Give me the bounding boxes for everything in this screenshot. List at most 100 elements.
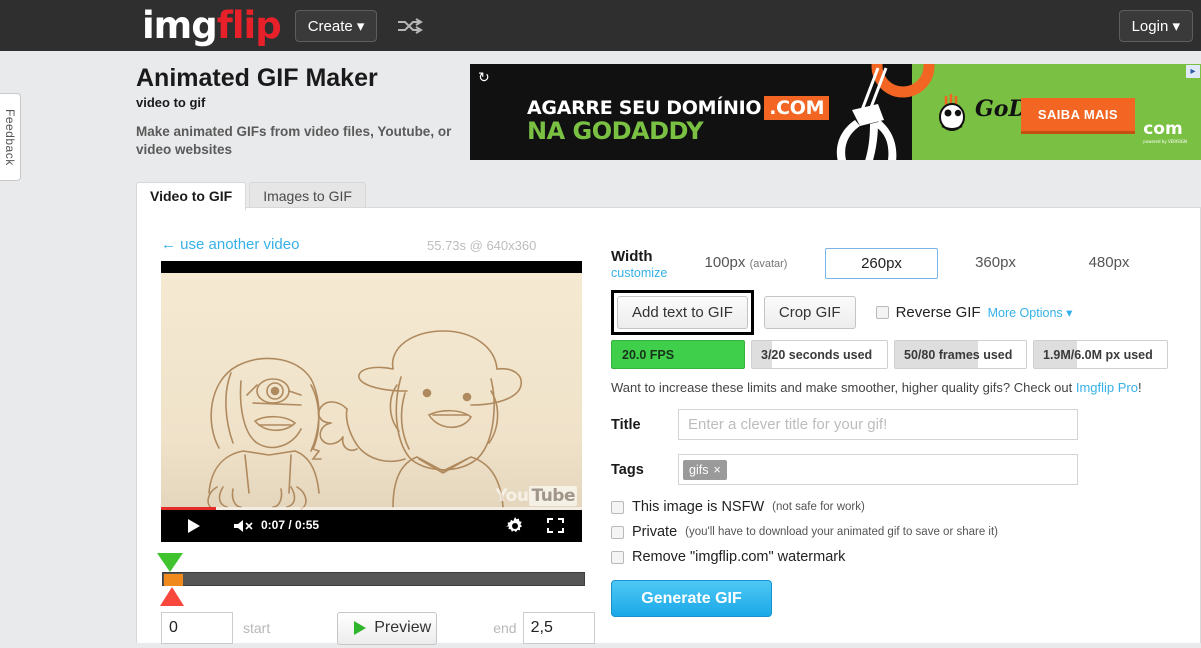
ad-headline-text: AGARRE SEU DOMÍNIO xyxy=(527,97,762,119)
feedback-tab[interactable]: Feedback xyxy=(0,93,21,181)
fullscreen-icon[interactable] xyxy=(547,518,564,536)
use-another-video-link[interactable]: ← use another video xyxy=(161,236,299,253)
pro-upsell-prefix: Want to increase these limits and make s… xyxy=(611,380,1076,395)
feedback-label: Feedback xyxy=(3,108,17,166)
timeline-selection xyxy=(164,574,183,586)
seconds-used-label: 3/20 seconds used xyxy=(761,347,873,362)
start-label: start xyxy=(243,620,271,636)
width-option-100px-note: (avatar) xyxy=(749,258,788,270)
tag-chip[interactable]: gifs × xyxy=(683,459,727,480)
preview-button[interactable]: Preview xyxy=(337,611,438,645)
end-marker-icon[interactable] xyxy=(160,587,184,606)
width-option-480px-label: 480px xyxy=(1088,254,1130,271)
reverse-gif-label: Reverse GIF xyxy=(895,303,981,321)
width-option-360px-label: 360px xyxy=(975,254,1016,271)
more-options-link[interactable]: More Options ▾ xyxy=(988,305,1073,320)
nsfw-note: (not safe for work) xyxy=(772,501,865,513)
logo-text-img: img xyxy=(142,4,218,47)
nsfw-checkbox[interactable] xyxy=(611,500,624,514)
play-icon xyxy=(354,621,367,635)
video-thumbnail-drawing xyxy=(161,273,582,510)
width-option-260px-label: 260px xyxy=(861,255,902,272)
tab-images-to-gif-label: Images to GIF xyxy=(263,188,352,204)
gif-options-column: Width customize 100px (avatar) 260px 360… xyxy=(611,248,1176,617)
play-icon[interactable] xyxy=(187,518,201,537)
imgflip-logo[interactable]: imgflip xyxy=(142,4,282,47)
logo-text-flip: flip xyxy=(216,4,282,47)
pixels-used-stat: 1.9M/6.0M px used xyxy=(1033,340,1168,369)
refresh-icon[interactable]: ↻ xyxy=(478,69,490,86)
gif-action-buttons-row: Add text to GIF Crop GIF Reverse GIF Mor… xyxy=(611,289,1176,335)
login-button[interactable]: Login ▾ xyxy=(1118,10,1193,42)
trim-timeline[interactable] xyxy=(155,553,585,609)
watermark-label: Remove "imgflip.com" watermark xyxy=(632,549,846,565)
width-option-360px[interactable]: 360px xyxy=(944,248,1047,277)
title-field-row: Title xyxy=(611,409,1176,440)
tags-field-row: Tags gifs × xyxy=(611,454,1176,485)
add-text-highlight-box: Add text to GIF xyxy=(611,289,754,335)
tag-chip-label: gifs xyxy=(689,462,709,477)
width-option-100px[interactable]: 100px (avatar) xyxy=(681,248,811,277)
timeline-track[interactable] xyxy=(162,572,585,586)
dotcom-logo: com powered by VERISIGN xyxy=(1143,119,1187,144)
ad-headline-line2: NA GODADDY xyxy=(527,117,704,145)
tab-images-to-gif[interactable]: Images to GIF xyxy=(249,182,366,209)
page-subtitle: video to gif xyxy=(136,94,206,110)
trim-controls-row: start Preview end xyxy=(161,608,595,648)
start-time-input[interactable] xyxy=(161,612,233,644)
dotcom-logo-sub: powered by VERISIGN xyxy=(1143,139,1187,144)
tags-input[interactable]: gifs × xyxy=(678,454,1078,485)
watermark-checkbox[interactable] xyxy=(611,550,624,564)
page-title: Animated GIF Maker xyxy=(136,64,378,92)
youtube-watermark: You Tube xyxy=(495,486,577,506)
end-time-input[interactable] xyxy=(522,612,595,644)
video-duration-resolution: 55.73s @ 640x360 xyxy=(427,238,537,253)
video-time-display: 0:07 / 0:55 xyxy=(261,518,320,532)
private-checkbox[interactable] xyxy=(611,525,624,539)
width-option-100px-label: 100px xyxy=(704,254,746,271)
claw-machine-illustration xyxy=(836,64,935,160)
video-player[interactable]: You Tube 0:07 / 0:55 xyxy=(161,261,582,542)
gear-icon[interactable] xyxy=(506,517,524,538)
fps-stat-label: 20.0 FPS xyxy=(622,347,675,362)
reverse-gif-group: Reverse GIF More Options ▾ xyxy=(875,303,1073,321)
private-checkbox-row: Private (you'll have to download your an… xyxy=(611,524,1176,540)
nsfw-checkbox-row: This image is NSFW (not safe for work) xyxy=(611,499,1176,515)
seconds-used-stat: 3/20 seconds used xyxy=(751,340,888,369)
page-header: Animated GIF Maker video to gif Make ani… xyxy=(136,64,466,159)
usage-stats-row: 20.0 FPS 3/20 seconds used 50/80 frames … xyxy=(611,340,1176,369)
tab-video-to-gif-label: Video to GIF xyxy=(150,188,233,204)
private-note: (you'll have to download your animated g… xyxy=(685,526,999,538)
pixels-used-label: 1.9M/6.0M px used xyxy=(1043,347,1153,362)
video-controls: 0:07 / 0:55 xyxy=(161,510,582,542)
dotcom-logo-text: com xyxy=(1143,119,1183,139)
page-description: Make animated GIFs from video files, You… xyxy=(136,123,452,157)
frames-used-stat: 50/80 frames used xyxy=(894,340,1027,369)
ad-cta-button[interactable]: SAIBA MAIS xyxy=(1020,98,1135,134)
advertisement-banner[interactable]: ↻ AGARRE SEU DOMÍNIO.COM NA GODADDY GoDa… xyxy=(470,64,1201,160)
fps-stat: 20.0 FPS xyxy=(611,340,745,369)
youtube-watermark-tube: Tube xyxy=(529,486,577,506)
generate-gif-button[interactable]: Generate GIF xyxy=(611,580,772,617)
tab-video-to-gif[interactable]: Video to GIF xyxy=(136,182,247,210)
title-label: Title xyxy=(611,416,641,433)
adchoices-icon[interactable]: ▸ xyxy=(1186,65,1200,78)
start-marker-icon[interactable] xyxy=(157,553,183,572)
close-icon[interactable]: × xyxy=(713,463,720,477)
pro-upsell-suffix: ! xyxy=(1138,380,1142,395)
private-label: Private xyxy=(632,524,678,540)
imgflip-pro-link[interactable]: Imgflip Pro xyxy=(1076,380,1138,395)
main-content-panel: ← use another video 55.73s @ 640x360 You… xyxy=(136,207,1201,645)
width-option-480px[interactable]: 480px xyxy=(1059,248,1159,277)
pro-upsell-text: Want to increase these limits and make s… xyxy=(611,380,1176,395)
title-input[interactable] xyxy=(678,409,1078,440)
width-option-260px[interactable]: 260px xyxy=(825,248,938,279)
add-text-to-gif-button[interactable]: Add text to GIF xyxy=(617,295,748,329)
mute-icon[interactable] xyxy=(233,519,253,533)
shuffle-icon[interactable] xyxy=(397,17,424,34)
create-menu-button[interactable]: Create ▾ xyxy=(294,9,378,42)
nsfw-label: This image is NSFW xyxy=(632,499,765,515)
width-customize-link[interactable]: customize xyxy=(611,266,677,280)
crop-gif-button[interactable]: Crop GIF xyxy=(763,295,856,329)
reverse-gif-checkbox[interactable] xyxy=(875,305,889,319)
